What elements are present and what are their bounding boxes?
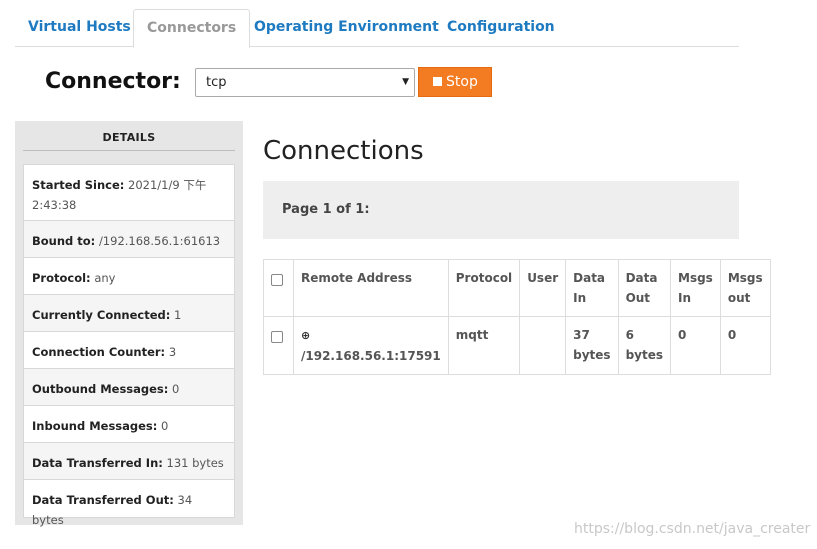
row-select-cell — [263, 316, 294, 375]
user-cell — [519, 316, 567, 375]
tab-connectors[interactable]: Connectors — [133, 9, 251, 48]
detail-key: Connection Counter: — [32, 345, 166, 359]
remote-address-cell: ⊕ /192.168.56.1:17591 — [293, 316, 449, 375]
row-checkbox[interactable] — [271, 331, 283, 343]
watermark: https://blog.csdn.net/java_creater — [574, 521, 811, 537]
detail-currently-connected: Currently Connected: 1 — [23, 295, 235, 332]
stop-button[interactable]: Stop — [418, 67, 492, 97]
detail-key: Outbound Messages: — [32, 382, 169, 396]
detail-key: Protocol: — [32, 271, 91, 285]
connections-title: Connections — [263, 136, 424, 166]
tab-configuration[interactable]: Configuration — [434, 9, 568, 47]
detail-key: Started Since: — [32, 178, 125, 192]
detail-connection-counter: Connection Counter: 3 — [23, 332, 235, 369]
connector-label: Connector: — [45, 69, 181, 94]
select-all-cell — [263, 259, 294, 317]
msgs-out-cell: 0 — [719, 316, 771, 375]
remote-address: /192.168.56.1:17591 — [301, 349, 441, 363]
detail-value: 3 — [168, 345, 177, 359]
protocol-cell: mqtt — [447, 316, 521, 375]
detail-key: Data Transferred In: — [32, 456, 163, 470]
zoom-in-icon[interactable]: ⊕ — [301, 326, 310, 346]
detail-value: 0 — [161, 419, 169, 433]
connector-select-value: tcp — [206, 75, 227, 90]
table-header-row: Remote Address Protocol User Data In Dat… — [263, 259, 771, 317]
column-header: Msgs In — [670, 259, 721, 317]
column-header: User — [519, 259, 567, 317]
stop-button-label: Stop — [446, 74, 478, 90]
detail-outbound-messages: Outbound Messages: 0 — [23, 369, 235, 406]
detail-value: 131 bytes — [166, 456, 224, 470]
column-header: Protocol — [447, 259, 521, 317]
details-panel: DETAILS Started Since: 2021/1/9 下午 2:43:… — [15, 121, 243, 527]
detail-value: any — [94, 271, 116, 285]
detail-key: Inbound Messages: — [32, 419, 158, 433]
column-header: Data Out — [617, 259, 672, 317]
detail-key: Currently Connected: — [32, 308, 171, 322]
detail-started-since: Started Since: 2021/1/9 下午 2:43:38 — [23, 164, 235, 221]
details-heading: DETAILS — [23, 127, 235, 151]
detail-bound-to: Bound to: /192.168.56.1:61613 — [23, 221, 235, 258]
column-header: Remote Address — [293, 259, 449, 317]
detail-data-transferred-in: Data Transferred In: 131 bytes — [23, 443, 235, 480]
stop-icon — [433, 77, 442, 86]
column-header: Msgs out — [719, 259, 771, 317]
column-header: Data In — [565, 259, 619, 317]
detail-key: Bound to: — [32, 234, 96, 248]
detail-inbound-messages: Inbound Messages: 0 — [23, 406, 235, 443]
select-all-checkbox[interactable] — [271, 274, 283, 286]
data-in-cell: 37 bytes — [565, 316, 619, 375]
pager: Page 1 of 1: — [263, 181, 739, 239]
chevron-down-icon: ▼ — [402, 77, 409, 87]
detail-value: 1 — [174, 308, 182, 322]
detail-protocol: Protocol: any — [23, 258, 235, 295]
table-row: ⊕ /192.168.56.1:17591 mqtt 37 bytes 6 by… — [263, 316, 771, 375]
detail-value: 0 — [172, 382, 180, 396]
tab-bar: Virtual Hosts Connectors Operating Envir… — [15, 9, 739, 48]
tab-operating-environment[interactable]: Operating Environment — [241, 9, 452, 47]
connections-table: Remote Address Protocol User Data In Dat… — [263, 259, 771, 375]
msgs-in-cell: 0 — [670, 316, 721, 375]
connector-select[interactable]: tcp ▼ — [195, 68, 415, 97]
data-out-cell: 6 bytes — [617, 316, 672, 375]
detail-key: Data Transferred Out: — [32, 493, 174, 507]
detail-value: /192.168.56.1:61613 — [98, 234, 221, 248]
detail-data-transferred-out: Data Transferred Out: 34 bytes — [23, 480, 235, 527]
tab-virtual-hosts[interactable]: Virtual Hosts — [15, 9, 144, 47]
